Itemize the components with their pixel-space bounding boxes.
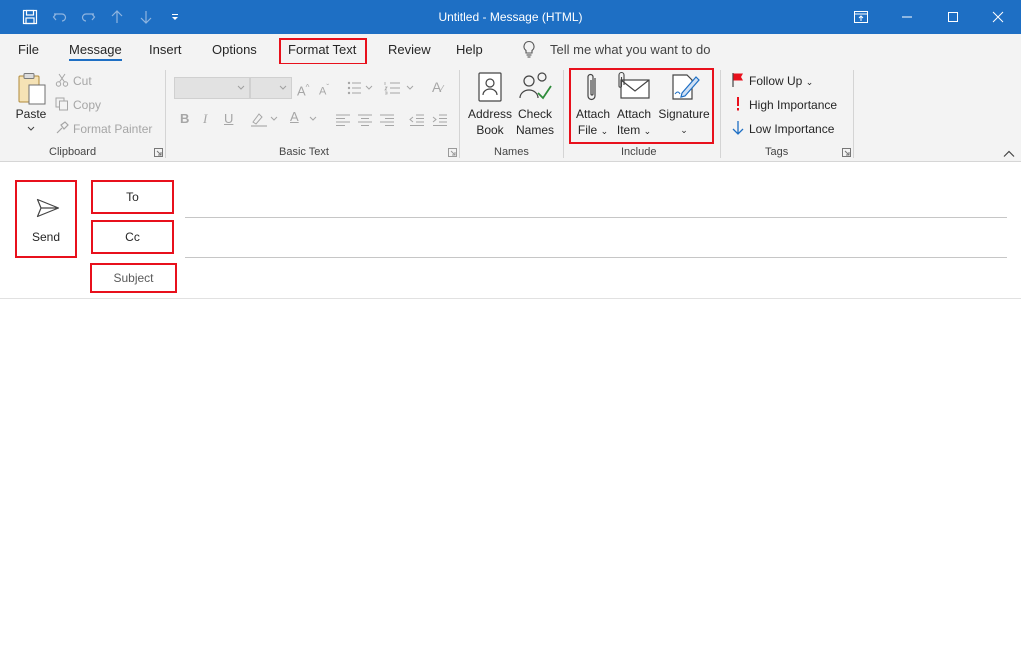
increase-indent-icon[interactable] bbox=[432, 114, 448, 126]
basic-text-launcher-icon[interactable] bbox=[448, 148, 457, 157]
check-names-label-2: Names bbox=[515, 123, 554, 137]
address-book-label-1: Address bbox=[467, 107, 513, 121]
group-label-include: Include bbox=[621, 146, 657, 158]
divider bbox=[459, 70, 460, 158]
group-label-tags: Tags bbox=[765, 146, 789, 158]
address-book-icon bbox=[478, 72, 502, 102]
arrow-down-icon[interactable] bbox=[131, 0, 161, 34]
subject-input[interactable] bbox=[185, 266, 1007, 292]
scissors-icon bbox=[55, 73, 69, 87]
title-bar: Untitled - Message (HTML) bbox=[0, 0, 1021, 34]
divider bbox=[720, 70, 721, 158]
format-text-highlight bbox=[279, 38, 367, 65]
address-book-label-2: Book bbox=[476, 123, 504, 137]
format-painter-icon bbox=[56, 121, 69, 134]
clear-formatting-icon[interactable]: A⁄ bbox=[432, 80, 443, 97]
to-field-underline bbox=[185, 217, 1007, 218]
address-book-button[interactable]: Address Book bbox=[466, 106, 514, 138]
to-input[interactable] bbox=[185, 188, 1007, 214]
tab-options[interactable]: Options bbox=[212, 34, 257, 64]
save-icon[interactable] bbox=[15, 0, 45, 34]
font-color-icon[interactable]: A bbox=[290, 110, 299, 124]
to-button[interactable]: To bbox=[91, 180, 174, 214]
cc-button[interactable]: Cc bbox=[91, 220, 174, 254]
bold-button[interactable]: B bbox=[180, 112, 189, 126]
paste-button[interactable]: Paste bbox=[14, 106, 48, 122]
font-size-combo[interactable] bbox=[250, 77, 292, 99]
minimize-icon[interactable] bbox=[884, 0, 930, 34]
tab-insert[interactable]: Insert bbox=[149, 34, 182, 64]
high-importance-button[interactable]: High Importance bbox=[749, 98, 837, 112]
send-icon bbox=[36, 198, 60, 218]
check-names-label-1: Check bbox=[517, 107, 552, 121]
clipboard-launcher-icon[interactable] bbox=[154, 148, 163, 157]
subject-label: Subject bbox=[90, 263, 177, 293]
cc-input[interactable] bbox=[185, 228, 1007, 254]
italic-button[interactable]: I bbox=[203, 112, 207, 126]
send-label: Send bbox=[31, 230, 61, 244]
shrink-font-icon[interactable]: Aˇ bbox=[319, 81, 329, 99]
divider bbox=[853, 70, 854, 158]
maximize-icon[interactable] bbox=[930, 0, 976, 34]
tags-launcher-icon[interactable] bbox=[842, 148, 851, 157]
copy-button[interactable]: Copy bbox=[73, 98, 101, 112]
check-names-button[interactable]: Check Names bbox=[513, 106, 557, 138]
close-icon[interactable] bbox=[975, 0, 1021, 34]
message-body[interactable] bbox=[0, 299, 1021, 652]
menu-bar: File Message Insert Options Format Text … bbox=[0, 34, 1021, 64]
arrow-down-icon bbox=[732, 121, 744, 135]
chevron-down-icon[interactable] bbox=[308, 116, 318, 122]
grow-font-icon[interactable]: A^ bbox=[297, 81, 309, 98]
tell-me-text: Tell me what you want to do bbox=[550, 41, 711, 57]
ribbon-display-options-icon[interactable] bbox=[838, 0, 884, 34]
tab-review[interactable]: Review bbox=[388, 34, 431, 64]
customize-toolbar-icon[interactable] bbox=[160, 0, 190, 34]
copy-icon bbox=[55, 97, 68, 111]
format-painter-button[interactable]: Format Painter bbox=[73, 122, 152, 136]
tab-file[interactable]: File bbox=[18, 34, 39, 64]
underline-button[interactable]: U bbox=[224, 112, 233, 126]
chevron-down-icon[interactable] bbox=[27, 126, 35, 132]
highlight-icon[interactable] bbox=[250, 111, 280, 127]
group-label-clipboard: Clipboard bbox=[49, 146, 97, 158]
paste-icon bbox=[18, 73, 46, 105]
align-right-icon[interactable] bbox=[379, 114, 395, 126]
include-group-highlight bbox=[569, 68, 714, 144]
tab-message[interactable]: Message bbox=[69, 34, 122, 64]
tab-help[interactable]: Help bbox=[456, 34, 483, 64]
lightbulb-icon bbox=[523, 40, 535, 58]
align-left-icon[interactable] bbox=[335, 114, 351, 126]
follow-up-button[interactable]: Follow Up ⌄ bbox=[749, 74, 813, 88]
follow-up-label: Follow Up bbox=[749, 74, 803, 88]
decrease-indent-icon[interactable] bbox=[409, 114, 425, 126]
align-center-icon[interactable] bbox=[357, 114, 373, 126]
send-button[interactable]: Send bbox=[15, 180, 77, 258]
font-name-combo[interactable] bbox=[174, 77, 250, 99]
collapse-ribbon-icon[interactable] bbox=[1003, 150, 1015, 158]
low-importance-button[interactable]: Low Importance bbox=[749, 122, 834, 136]
check-names-icon bbox=[519, 72, 552, 100]
chevron-down-icon bbox=[279, 85, 287, 90]
numbering-icon[interactable] bbox=[384, 81, 416, 95]
divider bbox=[563, 70, 564, 158]
group-label-names: Names bbox=[494, 146, 529, 158]
divider bbox=[165, 70, 166, 158]
cut-button[interactable]: Cut bbox=[73, 74, 92, 88]
chevron-down-icon bbox=[237, 85, 245, 90]
chevron-down-icon: ⌄ bbox=[805, 77, 814, 87]
exclamation-icon bbox=[737, 97, 739, 111]
arrow-up-icon[interactable] bbox=[102, 0, 132, 34]
cc-field-underline bbox=[185, 257, 1007, 258]
group-label-basic-text: Basic Text bbox=[279, 146, 329, 158]
bullets-icon[interactable] bbox=[347, 81, 375, 95]
undo-icon[interactable] bbox=[45, 0, 75, 34]
ribbon: Paste Cut Copy Format Painter Clipboard … bbox=[0, 64, 1021, 162]
redo-icon[interactable] bbox=[73, 0, 103, 34]
flag-icon bbox=[732, 73, 743, 87]
tell-me-search[interactable]: Tell me what you want to do bbox=[522, 34, 710, 64]
